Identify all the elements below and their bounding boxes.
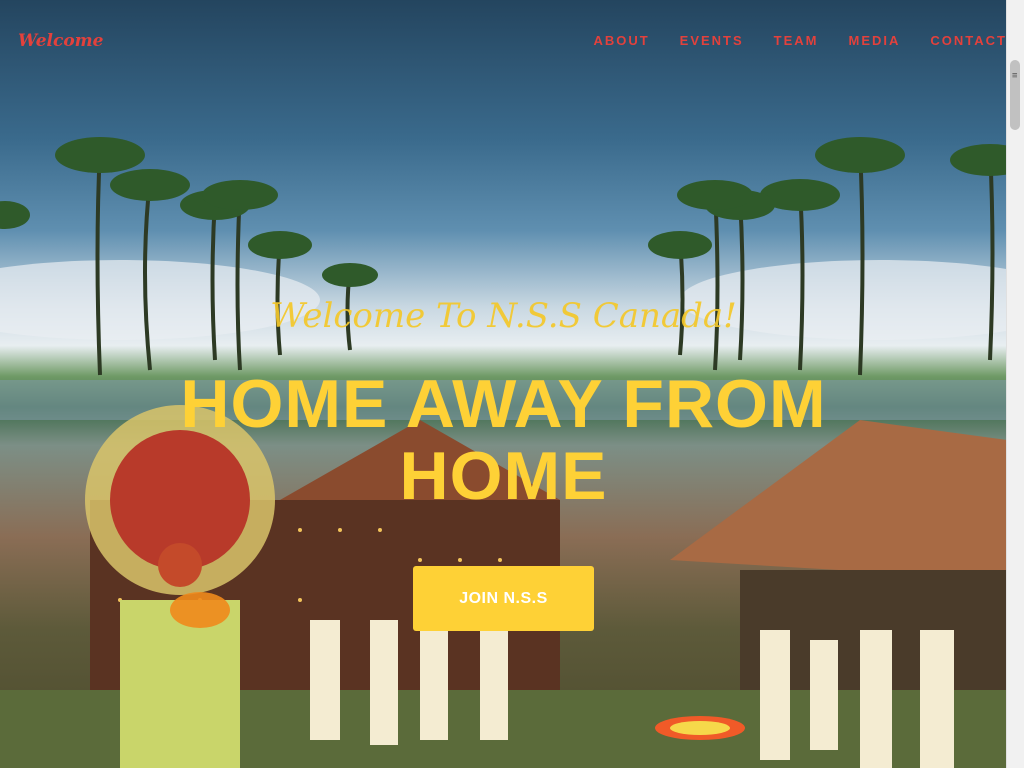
hero-section: Welcome To N.S.S Canada! HOME AWAY FROM … [0, 0, 1007, 768]
hero-heading: HOME AWAY FROM HOME [180, 366, 827, 514]
scrollbar-grip-icon: ≡ [1012, 71, 1018, 81]
hero-subheading: Welcome To N.S.S Canada! [270, 296, 737, 336]
join-nss-button[interactable]: JOIN N.S.S [413, 566, 594, 631]
page-scrollbar[interactable]: ≡ [1006, 0, 1024, 768]
